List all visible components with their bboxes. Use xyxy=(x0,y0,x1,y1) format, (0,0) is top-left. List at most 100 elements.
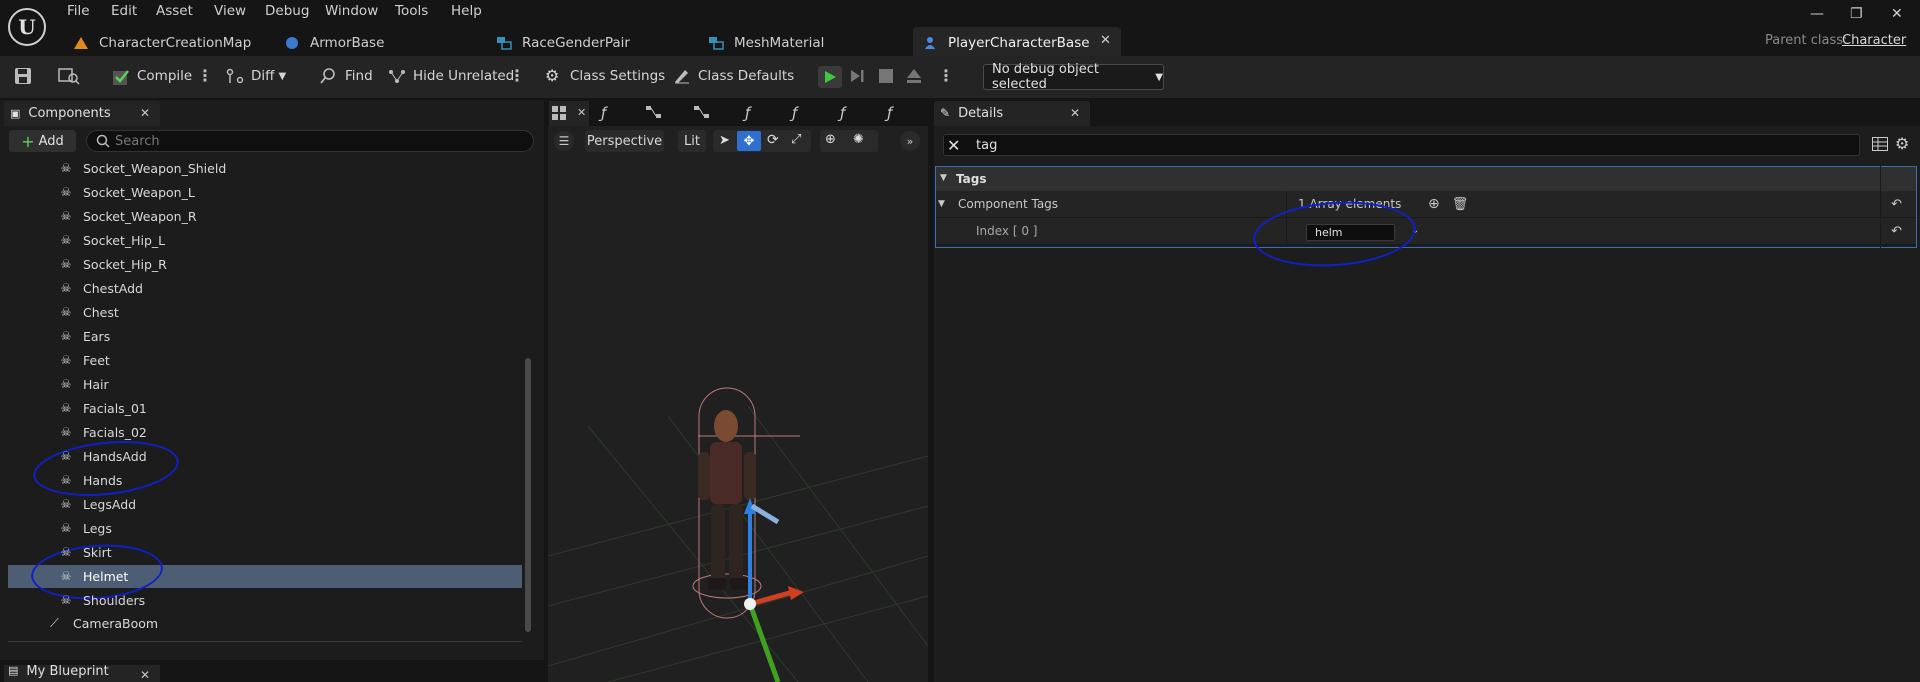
tree-item-cameraboom[interactable]: ⟋ CameraBoom xyxy=(50,612,512,634)
rotate-tool-icon[interactable]: ⟳ xyxy=(767,132,779,148)
surface-snap-icon[interactable]: ✺ xyxy=(853,132,864,147)
hide-unrelated-icon xyxy=(388,68,406,84)
tree-item-label: HandsAdd xyxy=(83,448,147,464)
restore-icon[interactable]: ❐ xyxy=(1850,6,1863,22)
close-tab-icon[interactable]: ✕ xyxy=(1100,33,1111,48)
menu-tools[interactable]: Tools xyxy=(395,3,428,19)
eject-icon[interactable] xyxy=(906,68,922,87)
components-scrollbar[interactable] xyxy=(525,358,531,632)
function-tab-icon[interactable]: ƒ xyxy=(601,104,606,122)
skeletal-mesh-icon: ☠ xyxy=(60,473,72,487)
save-icon[interactable] xyxy=(14,67,32,88)
menu-asset[interactable]: Asset xyxy=(156,3,193,19)
graph-tab-icon[interactable] xyxy=(646,106,662,121)
menu-file[interactable]: File xyxy=(67,3,90,19)
browse-icon[interactable] xyxy=(58,67,80,88)
menu-edit[interactable]: Edit xyxy=(111,3,137,19)
table-view-icon[interactable] xyxy=(1872,137,1888,154)
graph-tab-icon[interactable] xyxy=(694,106,710,121)
tree-item-chestadd[interactable]: ☠ ChestAdd xyxy=(60,277,522,299)
tree-item-chest[interactable]: ☠ Chest xyxy=(60,301,522,323)
translate-tool-icon[interactable]: ✥ xyxy=(737,131,761,151)
tree-item-feet[interactable]: ☠ Feet xyxy=(60,349,522,371)
skeletal-mesh-icon: ☠ xyxy=(60,593,72,607)
function-tab-icon[interactable]: ƒ xyxy=(745,104,750,122)
hide-unrelated-button[interactable]: Hide Unrelated xyxy=(388,68,514,84)
add-element-icon[interactable]: ⊕ xyxy=(1428,196,1440,212)
menu-view[interactable]: View xyxy=(214,3,246,19)
function-tab-icon[interactable]: ƒ xyxy=(792,104,797,122)
tree-item-hands[interactable]: ☠ Hands xyxy=(60,469,522,491)
close-my-blueprint-tab-icon[interactable]: ✕ xyxy=(140,668,150,682)
tree-item-legsadd[interactable]: ☠ LegsAdd xyxy=(60,493,522,515)
lit-button[interactable]: Lit xyxy=(678,130,706,152)
tree-item-socket-hip-l[interactable]: ☠ Socket_Hip_L xyxy=(60,229,522,251)
tab-playercharacterbase[interactable]: PlayerCharacterBase xyxy=(922,30,1090,56)
tab-racegenderpair[interactable]: RaceGenderPair xyxy=(496,30,630,56)
delete-all-icon[interactable]: 🗑 xyxy=(1452,197,1469,212)
menu-help[interactable]: Help xyxy=(451,3,482,19)
skeletal-mesh-icon: ☠ xyxy=(60,425,72,439)
tree-item-shoulders[interactable]: ☠ Shoulders xyxy=(60,589,522,611)
tree-item-facials-01[interactable]: ☠ Facials_01 xyxy=(60,397,522,419)
add-component-button[interactable]: + Add xyxy=(9,130,76,152)
tree-item-socket-weapon-l[interactable]: ☠ Socket_Weapon_L xyxy=(60,181,522,203)
tags-section-header[interactable]: Tags xyxy=(936,167,1916,191)
diff-button[interactable]: Diff ▼ xyxy=(226,68,286,84)
close-details-tab-icon[interactable]: ✕ xyxy=(1070,106,1080,120)
function-tab-icon[interactable]: ƒ xyxy=(840,104,845,122)
tab-armorbase[interactable]: ArmorBase xyxy=(284,30,384,56)
scale-tool-icon[interactable]: ⤢ xyxy=(791,132,801,147)
step-icon[interactable] xyxy=(850,68,866,87)
tree-item-helmet[interactable]: ☠ Helmet xyxy=(60,565,522,587)
tab-meshmaterial[interactable]: MeshMaterial xyxy=(708,30,824,56)
compile-options-icon[interactable]: ⋮ xyxy=(197,66,213,85)
tags-collapse-arrow-icon[interactable]: ▼ xyxy=(940,173,947,183)
close-viewport-tab-icon[interactable]: ✕ xyxy=(577,106,586,119)
tree-item-hair[interactable]: ☠ Hair xyxy=(60,373,522,395)
tree-item-socket-weapon-r[interactable]: ☠ Socket_Weapon_R xyxy=(60,205,522,227)
stop-icon[interactable] xyxy=(879,69,893,86)
unreal-logo-icon[interactable]: U xyxy=(8,8,46,46)
menu-window[interactable]: Window xyxy=(325,3,378,19)
perspective-button[interactable]: Perspective xyxy=(585,130,664,152)
minimize-icon[interactable]: — xyxy=(1810,6,1824,22)
viewport-menu-icon[interactable]: ☰ xyxy=(554,131,574,151)
tree-item-handsadd[interactable]: ☠ HandsAdd xyxy=(60,445,522,467)
reset-to-default-icon[interactable]: ↶ xyxy=(1891,224,1902,239)
close-window-icon[interactable]: ✕ xyxy=(1891,6,1903,22)
tree-item-legs[interactable]: ☠ Legs xyxy=(60,517,522,539)
tree-item-facials-02[interactable]: ☠ Facials_02 xyxy=(60,421,522,443)
hide-unrelated-options-icon[interactable]: ⋮ xyxy=(509,66,525,85)
viewport[interactable] xyxy=(547,126,929,682)
world-space-icon[interactable]: ⊕ xyxy=(825,132,836,147)
tab-charactercreationmap[interactable]: CharacterCreationMap xyxy=(73,30,251,56)
parent-class-link[interactable]: Character xyxy=(1842,33,1906,48)
viewport-more-icon[interactable]: » xyxy=(900,131,920,151)
tree-item-socket-hip-r[interactable]: ☠ Socket_Hip_R xyxy=(60,253,522,275)
play-options-icon[interactable]: ⋮ xyxy=(938,66,954,85)
skeletal-mesh-icon: ☠ xyxy=(60,497,72,511)
tree-item-socket-weapon-shield[interactable]: ☠ Socket_Weapon_Shield xyxy=(60,157,522,179)
play-button[interactable] xyxy=(818,66,842,88)
menu-debug[interactable]: Debug xyxy=(265,3,309,19)
compile-button[interactable]: Compile xyxy=(112,68,192,85)
class-settings-button[interactable]: ⚙ Class Settings xyxy=(545,68,665,85)
class-defaults-button[interactable]: Class Defaults xyxy=(673,68,794,84)
skeletal-mesh-icon: ☠ xyxy=(60,353,72,367)
debug-object-select[interactable]: No debug object selected ▼ xyxy=(983,62,1164,92)
close-components-tab-icon[interactable]: ✕ xyxy=(140,106,150,120)
function-tab-icon[interactable]: ƒ xyxy=(887,104,892,122)
component-tags-label: Component Tags xyxy=(958,197,1059,211)
find-button[interactable]: Find xyxy=(320,68,373,84)
tree-item-ears[interactable]: ☠ Ears xyxy=(60,325,522,347)
reset-to-default-icon[interactable]: ↶ xyxy=(1891,197,1902,212)
clear-search-icon[interactable]: ✕ xyxy=(947,136,960,155)
component-tags-collapse-arrow-icon[interactable]: ▼ xyxy=(938,199,958,209)
settings-gear-icon[interactable]: ⚙ xyxy=(1895,134,1909,153)
select-tool-icon[interactable]: ➤ xyxy=(719,133,730,148)
components-search-input[interactable]: Search xyxy=(86,130,534,152)
tree-item-skirt[interactable]: ☠ Skirt xyxy=(60,541,522,563)
details-search-input[interactable]: tag xyxy=(943,134,1860,156)
character-blueprint-icon xyxy=(922,36,938,50)
